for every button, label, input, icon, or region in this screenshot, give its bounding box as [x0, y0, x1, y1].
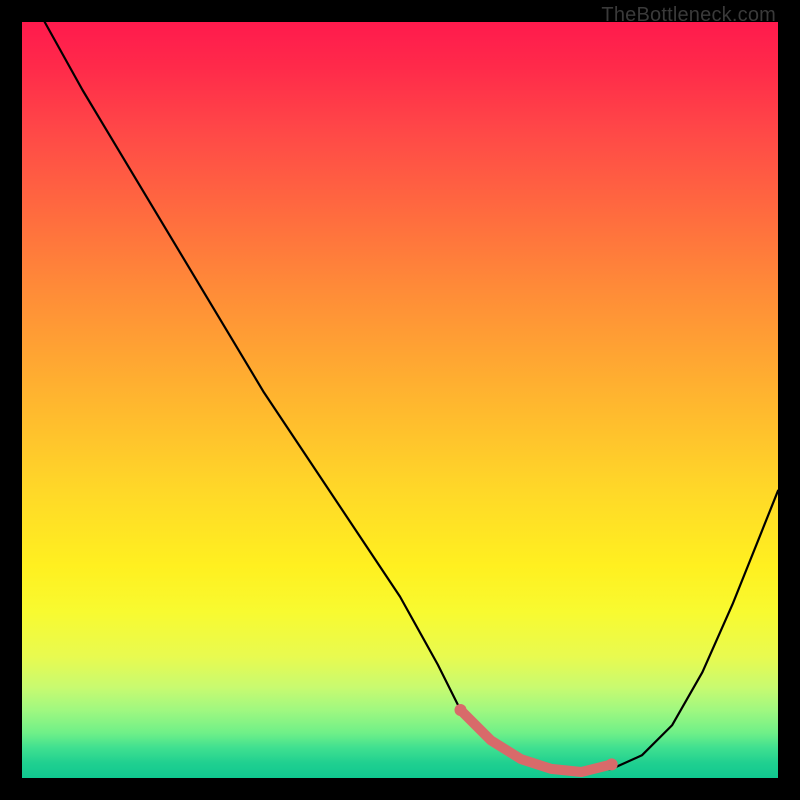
curve-path: [45, 22, 778, 772]
highlight-endpoint: [455, 704, 467, 716]
curve-layer: [45, 22, 778, 772]
highlight-path: [461, 710, 612, 772]
chart-svg: [22, 22, 778, 778]
watermark-text: TheBottleneck.com: [601, 4, 776, 27]
highlight-endpoint: [606, 758, 618, 770]
chart-frame: TheBottleneck.com: [0, 0, 800, 800]
